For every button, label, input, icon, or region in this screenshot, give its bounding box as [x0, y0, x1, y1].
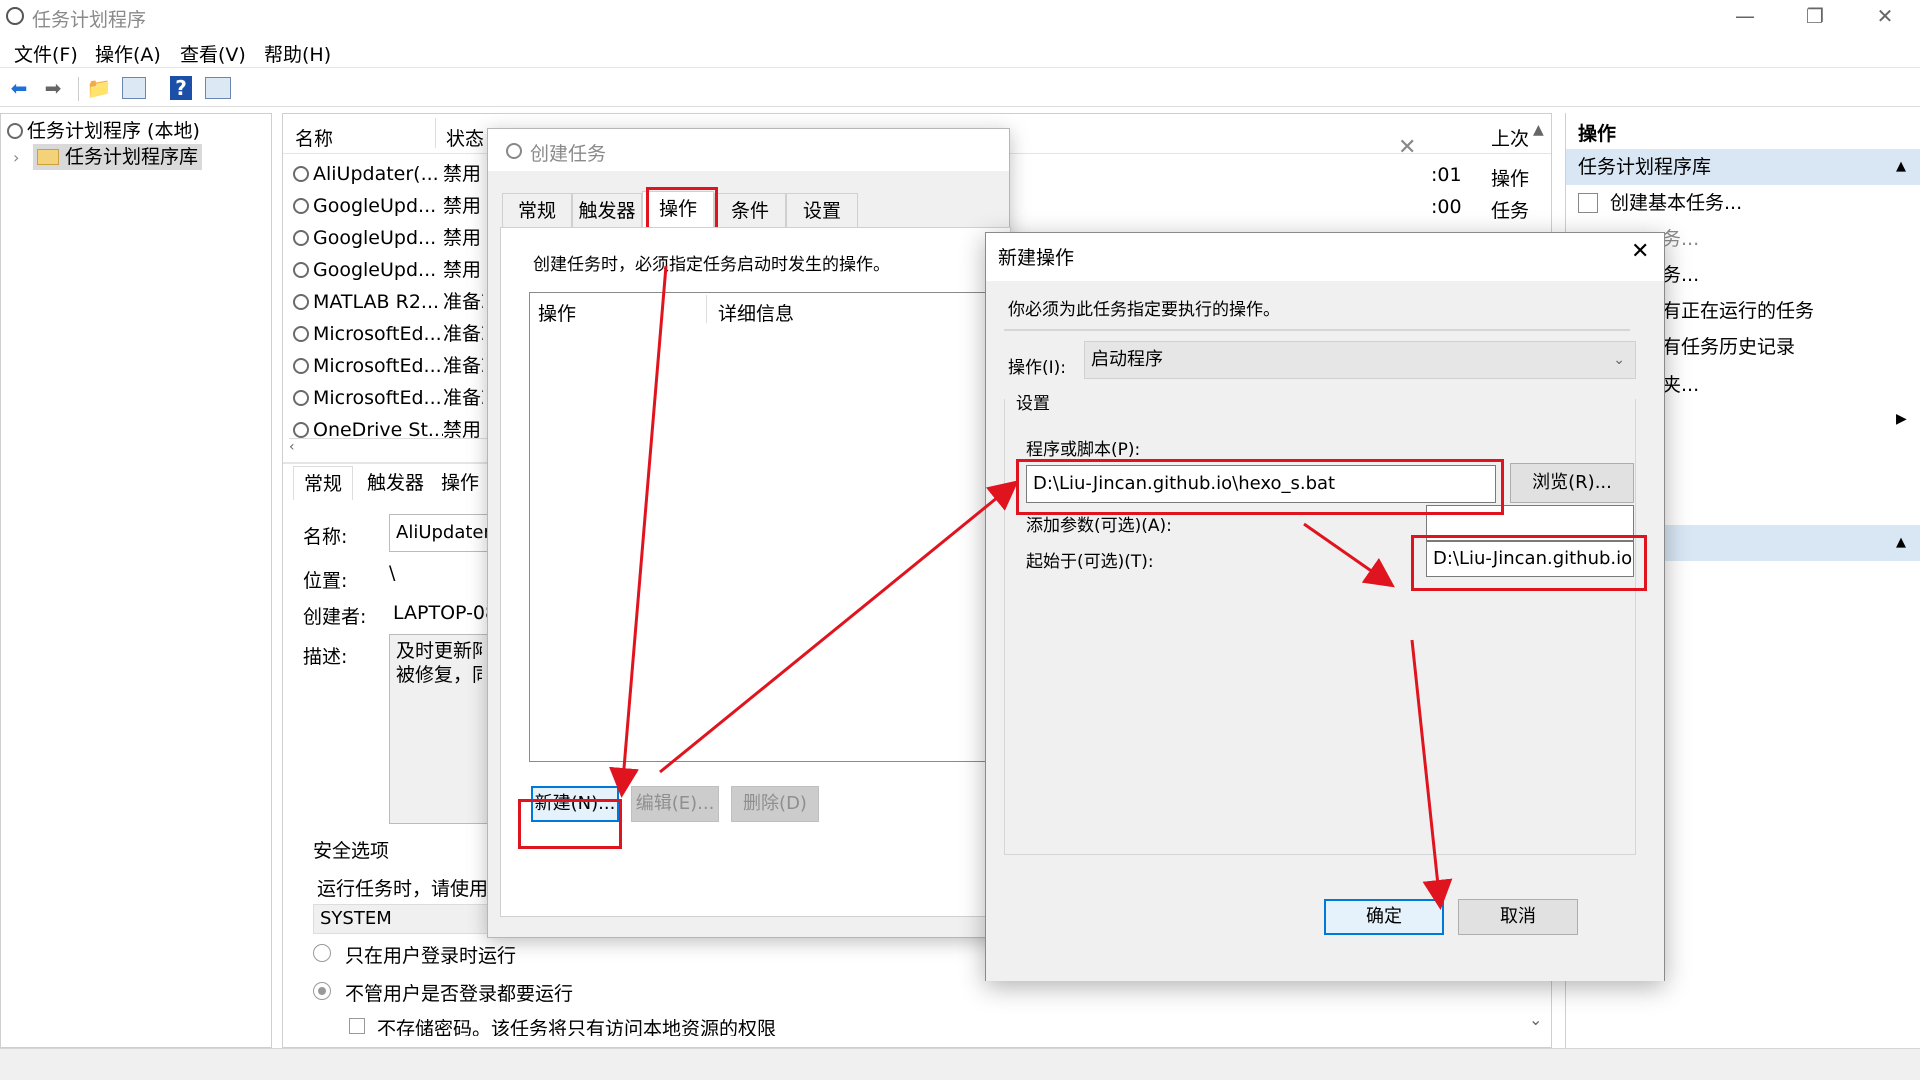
annotation-arrows [609, 265, 1453, 910]
arrow-to-program [659, 480, 1019, 774]
arrow-to-start-in [1303, 522, 1395, 588]
arrow-tab-to-new [609, 265, 668, 798]
arrow-to-ok [1410, 639, 1453, 910]
